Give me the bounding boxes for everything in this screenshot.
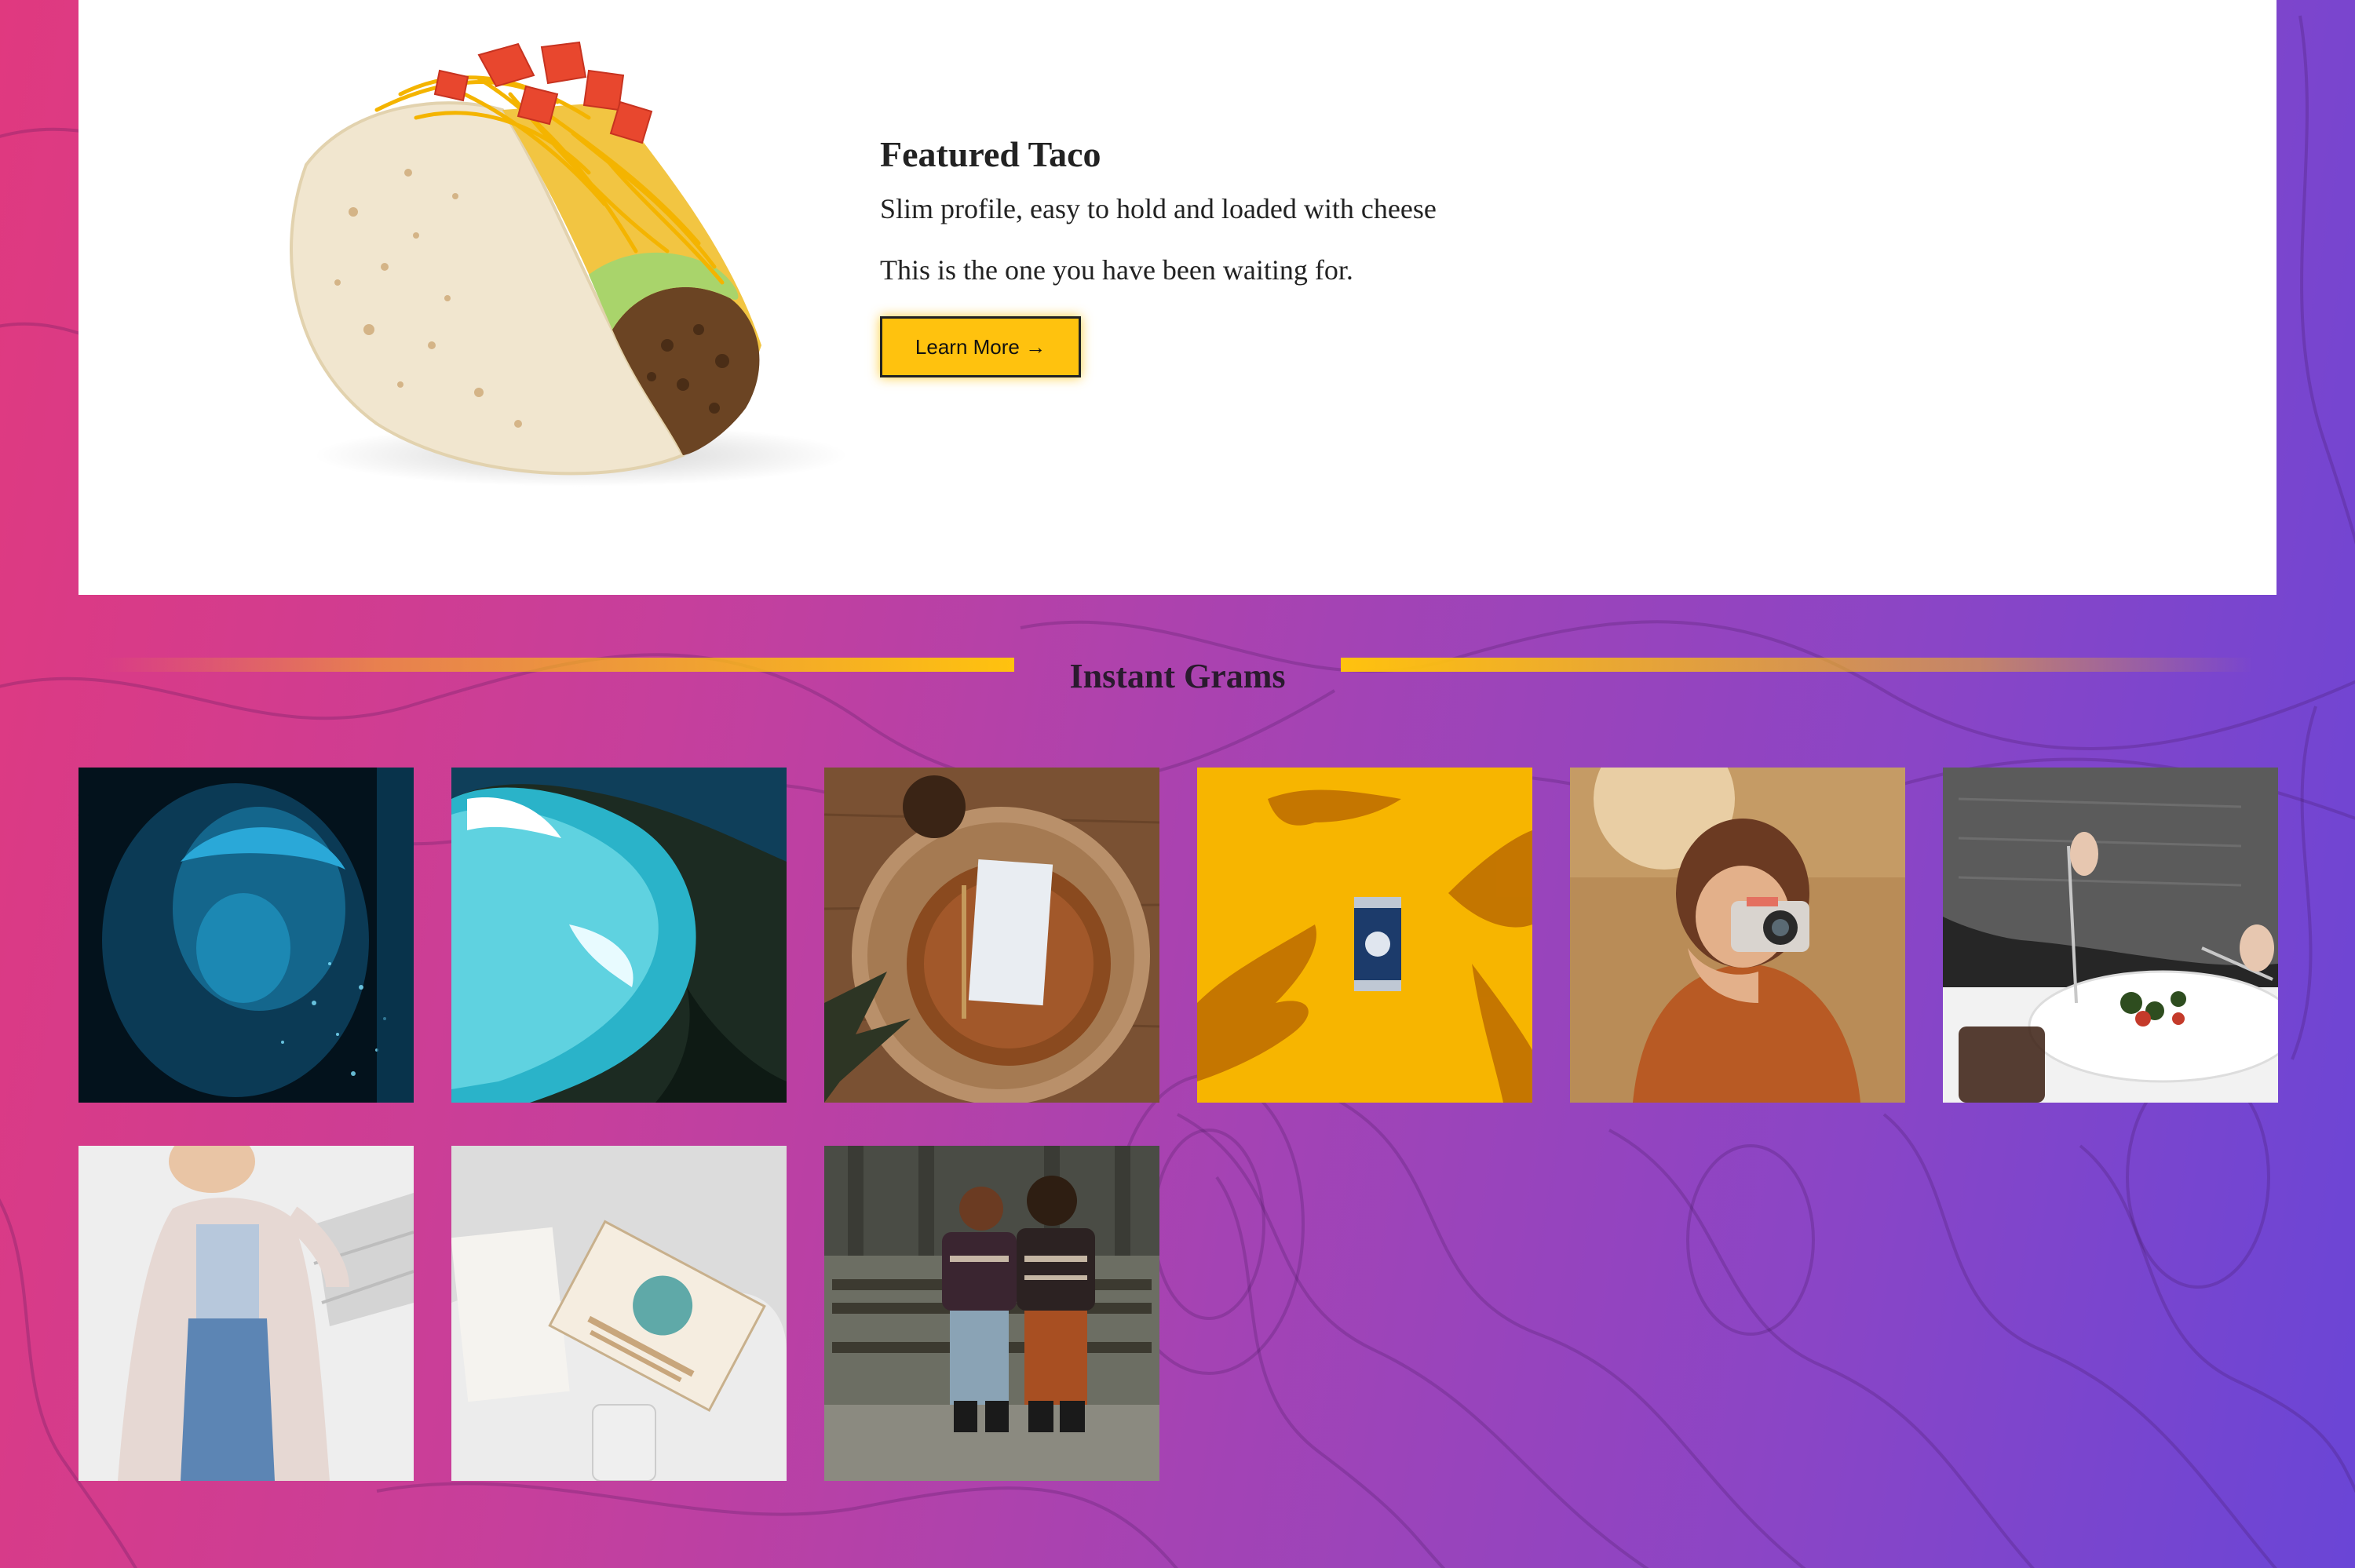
table-setting-photo: [824, 768, 1159, 1103]
taco-photo: [290, 41, 848, 487]
featured-taco-card: Featured Taco Slim profile, easy to hold…: [78, 0, 2276, 595]
gram-item-4[interactable]: [1197, 768, 1532, 1103]
product-boxes-photo: [451, 1146, 787, 1481]
couple-on-bench-photo: [824, 1146, 1159, 1481]
featured-description: Slim profile, easy to hold and loaded wi…: [880, 193, 1437, 224]
featured-text-block: Featured Taco Slim profile, easy to hold…: [880, 133, 1822, 377]
gram-item-7[interactable]: [78, 1146, 414, 1481]
learn-more-button[interactable]: Learn More →: [880, 316, 1081, 377]
gram-item-1[interactable]: [78, 768, 414, 1103]
divider-right: [1341, 658, 2253, 672]
instant-grams-header: Instant Grams: [78, 651, 2276, 706]
girl-with-camera-photo: [1570, 768, 1905, 1103]
plated-salad-photo: [1943, 768, 2278, 1103]
featured-tagline: This is the one you have been waiting fo…: [880, 254, 1353, 286]
gram-item-9[interactable]: [824, 1146, 1159, 1481]
aerial-turquoise-coast-photo: [451, 768, 787, 1103]
gram-item-2[interactable]: [451, 768, 787, 1103]
divider-left: [102, 658, 1014, 672]
gram-item-6[interactable]: [1943, 768, 2278, 1103]
gram-item-5[interactable]: [1570, 768, 1905, 1103]
gram-item-3[interactable]: [824, 768, 1159, 1103]
gram-item-8[interactable]: [451, 1146, 787, 1481]
woman-in-coat-photo: [78, 1146, 414, 1481]
section-title: Instant Grams: [1069, 657, 1286, 695]
person-blue-neon-photo: [78, 768, 414, 1103]
featured-title: Featured Taco: [880, 134, 1101, 174]
soda-can-yellow-photo: [1197, 768, 1532, 1103]
